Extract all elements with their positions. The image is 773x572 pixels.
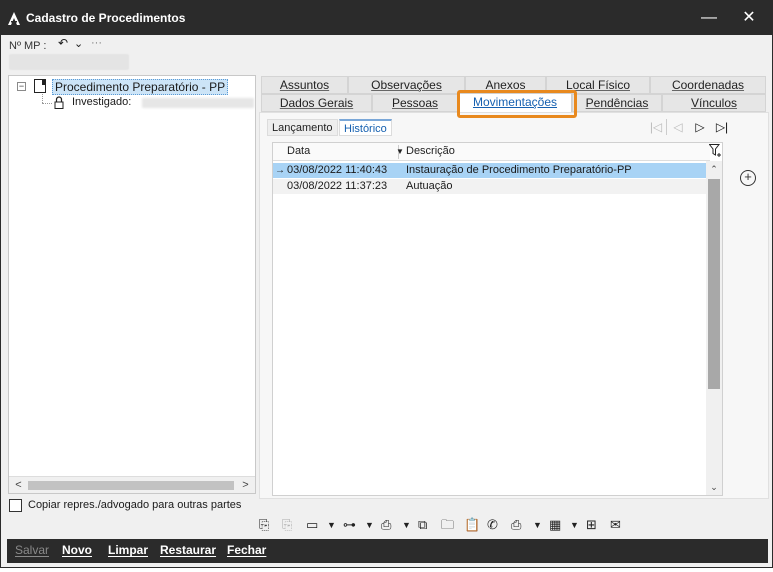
calendar-icon[interactable]: ▦ [549, 515, 561, 535]
previous-record-icon[interactable]: ◁ [668, 117, 688, 137]
tab-movimentacoes[interactable]: Movimentações [458, 93, 572, 113]
text-doc-icon[interactable]: ⊞ [586, 515, 597, 535]
app-logo-icon [8, 12, 20, 25]
movimentacoes-panel: Lançamento Histórico |◁ ◁ ▷ ▷| Data ▼ De… [259, 112, 769, 499]
mp-number-field[interactable] [9, 54, 129, 70]
dropdown-icon[interactable]: ▼ [327, 515, 336, 535]
copy-representative-checkbox[interactable] [9, 499, 22, 512]
row-date: 03/08/2022 11:40:43 [287, 164, 388, 176]
investigado-name-redacted [142, 98, 254, 108]
clipboard-icon[interactable]: 📋 [464, 515, 480, 535]
more-icon[interactable]: ··· [91, 37, 102, 49]
add-icon[interactable]: + [740, 170, 756, 186]
tree-connector [42, 94, 43, 103]
scroll-right-icon[interactable]: > [237, 478, 254, 493]
row-description: Autuação [406, 180, 453, 192]
copy-doc-icon[interactable]: ⎘ [282, 515, 292, 535]
save-button[interactable]: Salvar [15, 543, 49, 557]
close-form-button[interactable]: Fechar [227, 543, 266, 557]
scroll-thumb[interactable] [708, 179, 720, 389]
dropdown-icon[interactable]: ▼ [570, 515, 579, 535]
hierarchy-icon[interactable]: ⊶ [343, 515, 356, 535]
undo-icon[interactable]: ↶ [58, 36, 68, 50]
print-doc-icon[interactable]: ⎙ [381, 515, 391, 535]
copy-representative-option[interactable]: Copiar repres./advogado para outras part… [9, 498, 259, 514]
column-header-data[interactable]: Data [287, 145, 310, 157]
table-row[interactable]: → 03/08/2022 11:40:43 Instauração de Pro… [273, 163, 710, 178]
sort-desc-icon: ▼ [396, 147, 404, 156]
tab-anexos[interactable]: Anexos [465, 76, 546, 94]
copy-representative-label: Copiar repres./advogado para outras part… [28, 499, 242, 511]
tab-coordenadas[interactable]: Coordenadas [650, 76, 766, 94]
window-icon[interactable]: ▭ [306, 515, 318, 535]
tree-node-investigado[interactable]: Investigado: [72, 96, 131, 108]
next-record-icon[interactable]: ▷ [690, 117, 710, 137]
close-button[interactable]: ✕ [726, 1, 772, 35]
mail-folder-icon[interactable]: ✉ [610, 515, 621, 535]
window: Cadastro de Procedimentos — ✕ Nº MP : ↶ … [0, 0, 773, 568]
current-row-arrow-icon: → [275, 165, 285, 176]
first-record-icon[interactable]: |◁ [646, 117, 666, 137]
tab-dados-gerais[interactable]: Dados Gerais [261, 94, 372, 112]
document-toolbar: ⎘ ⎘ ▭ ▼ ⊶ ▼ ⎙ ▼ ⧉ 🗀 📋 ✆ ⎙ ▼ ▦ ▼ ⊞ ✉ [259, 515, 629, 535]
window-title: Cadastro de Procedimentos [26, 11, 186, 25]
scroll-left-icon[interactable]: < [10, 478, 27, 493]
scroll-up-icon[interactable]: ⌃ [706, 161, 722, 177]
row-description: Instauração de Procedimento Preparatório… [406, 164, 632, 176]
tab-pessoas[interactable]: Pessoas [372, 94, 458, 112]
dropdown-icon[interactable]: ▼ [533, 515, 542, 535]
grid-vertical-scrollbar[interactable]: ⌃ ⌄ [706, 161, 722, 495]
mp-label: Nº MP : [9, 40, 47, 52]
mp-bar: Nº MP : ↶ ⌄ ··· [1, 35, 772, 75]
subtab-lancamento[interactable]: Lançamento [267, 119, 338, 136]
grid-header: Data ▼ Descrição [273, 143, 710, 161]
title-bar: Cadastro de Procedimentos — ✕ [1, 1, 772, 35]
chevron-down-icon[interactable]: ⌄ [74, 37, 83, 50]
tab-vinculos[interactable]: Vínculos [662, 94, 766, 112]
clear-button[interactable]: Limpar [108, 543, 148, 557]
dropdown-icon[interactable]: ▼ [365, 515, 374, 535]
documents-icon[interactable]: ⧉ [418, 515, 427, 535]
row-date: 03/08/2022 11:37:23 [287, 180, 388, 192]
restore-button[interactable]: Restaurar [160, 543, 216, 557]
tab-observacoes[interactable]: Observações [348, 76, 465, 94]
filter-icon[interactable] [709, 144, 721, 158]
column-header-descricao[interactable]: Descrição [406, 145, 455, 157]
tree-connector [42, 103, 52, 104]
tab-pendencias[interactable]: Pendências [572, 94, 662, 112]
document-icon [34, 79, 46, 93]
new-button[interactable]: Novo [62, 543, 92, 557]
tree-node-procedure[interactable]: Procedimento Preparatório - PP [52, 79, 229, 95]
table-row[interactable]: 03/08/2022 11:37:23 Autuação [273, 179, 710, 194]
tab-assuntos[interactable]: Assuntos [261, 76, 348, 94]
record-navigator: |◁ ◁ ▷ ▷| [646, 117, 734, 137]
add-doc-icon[interactable]: ⎘ [259, 515, 269, 535]
tab-bar: Assuntos Observações Anexos Local Físico… [261, 76, 771, 114]
printer-icon[interactable]: ⎙ [511, 515, 521, 535]
phone-icon[interactable]: ✆ [487, 515, 498, 535]
scroll-down-icon[interactable]: ⌄ [706, 479, 722, 495]
folder-icon[interactable]: 🗀 [441, 515, 454, 535]
last-record-icon[interactable]: ▷| [712, 117, 732, 137]
procedure-tree: − Procedimento Preparatório - PP Investi… [8, 75, 256, 494]
action-bar: Salvar Novo Limpar Restaurar Fechar [7, 539, 768, 563]
tree-horizontal-scrollbar[interactable]: < > [9, 476, 255, 493]
tree-collapse-icon[interactable]: − [17, 82, 26, 91]
divider [666, 119, 667, 135]
dropdown-icon[interactable]: ▼ [402, 515, 411, 535]
tab-local-fisico[interactable]: Local Físico [546, 76, 650, 94]
history-grid: Data ▼ Descrição → 03/08/2022 11:40:43 I… [272, 142, 723, 496]
lock-icon [54, 96, 64, 109]
subtab-historico[interactable]: Histórico [339, 119, 392, 136]
scroll-thumb[interactable] [28, 481, 234, 490]
